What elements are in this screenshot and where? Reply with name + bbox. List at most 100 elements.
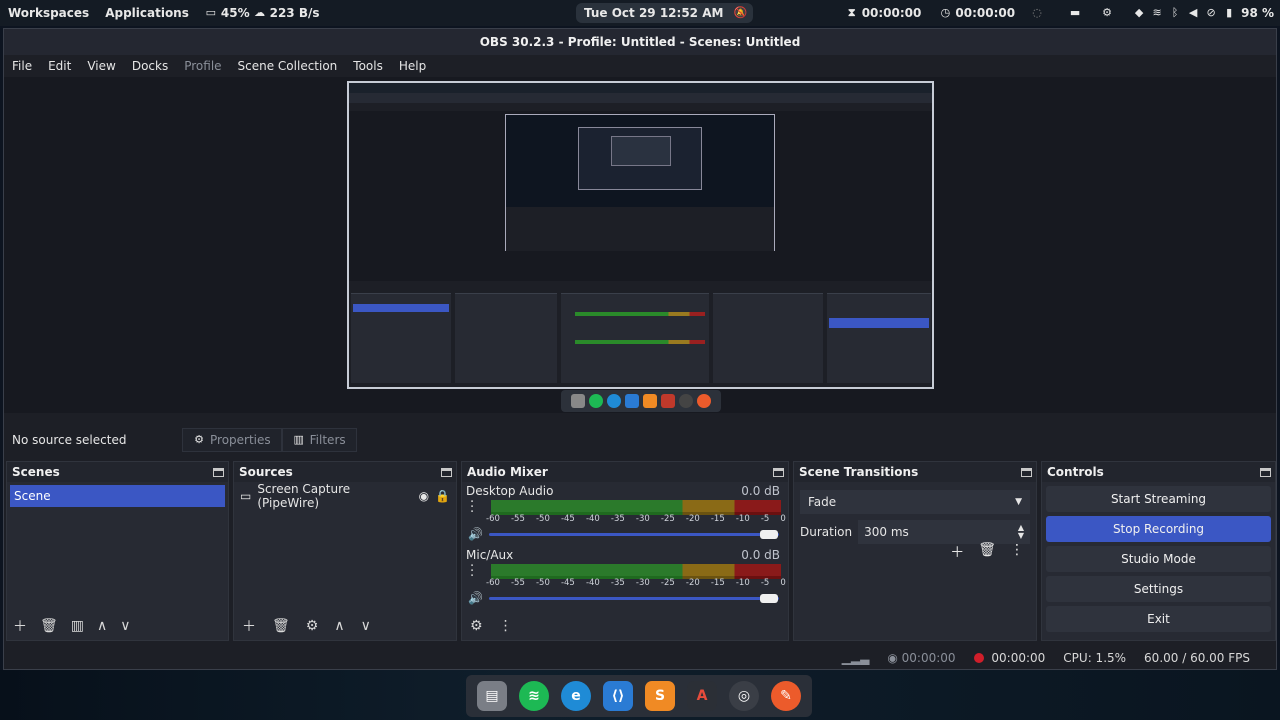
add-source-icon[interactable]: ＋ [242, 616, 256, 636]
vpn-icon[interactable]: ◆ [1133, 7, 1145, 19]
stream-icon: ◉ [887, 651, 898, 665]
timer-1[interactable]: ⧗ 00:00:00 [840, 6, 928, 20]
bluetooth-icon[interactable]: ᛒ [1169, 7, 1181, 19]
nested-transitions [713, 293, 823, 383]
channel-menu-icon[interactable]: · · · [470, 496, 474, 519]
transition-select[interactable]: Fade ▼ [800, 490, 1030, 514]
transition-menu-icon[interactable]: ⋮ [1010, 542, 1024, 562]
move-down-icon[interactable]: ∨ [361, 618, 371, 634]
preview-area[interactable] [4, 77, 1276, 413]
wifi-icon[interactable]: ≋ [1151, 7, 1163, 19]
volume-slider-handle[interactable] [760, 530, 778, 539]
record-dot-icon [973, 653, 984, 663]
mic-off-icon[interactable]: ⊘ [1205, 7, 1217, 19]
stop-recording-button[interactable]: Stop Recording [1046, 516, 1271, 542]
sublime-icon [643, 394, 657, 408]
pen-icon[interactable]: ✎ [771, 681, 801, 711]
menu-profile[interactable]: Profile [184, 59, 221, 73]
stream-status: ◉ 00:00:00 [887, 651, 955, 665]
add-transition-icon[interactable]: ＋ [950, 542, 964, 562]
undock-icon[interactable] [441, 467, 452, 477]
source-list-item[interactable]: ▭ Screen Capture (PipeWire) ◉ 🔒 [234, 482, 456, 510]
studio-mode-button[interactable]: Studio Mode [1046, 546, 1271, 572]
duration-input[interactable]: 300 ms ▲ ▼ [858, 520, 1030, 544]
channel-menu-icon[interactable]: · · · [470, 560, 474, 583]
nested-scenes [351, 293, 451, 383]
clock-text: Tue Oct 29 12:52 AM [584, 6, 724, 20]
filters-label: Filters [309, 433, 346, 447]
nested-inner-screen-2 [611, 136, 671, 166]
gear-icon[interactable]: ⚙ [1101, 7, 1113, 19]
system-monitor[interactable]: ▭ 45% ☁ 223 B/s [197, 6, 328, 20]
move-down-icon[interactable]: ∨ [120, 618, 130, 634]
pen-icon [697, 394, 711, 408]
scene-list-item[interactable]: Scene [10, 485, 225, 507]
timer-1-text: 00:00:00 [861, 6, 922, 20]
undock-icon[interactable] [1021, 467, 1032, 477]
workspaces-menu[interactable]: Workspaces [0, 6, 97, 20]
speaker-icon[interactable]: 🔊 [468, 591, 483, 605]
volume-meter [491, 564, 781, 576]
volume-slider[interactable] [489, 597, 779, 600]
add-scene-icon[interactable]: ＋ [13, 616, 27, 636]
menu-scene-collection[interactable]: Scene Collection [238, 59, 338, 73]
sources-dock-header: Sources [234, 462, 456, 482]
remove-scene-icon[interactable]: 🗑 [40, 618, 58, 634]
transitions-title: Scene Transitions [799, 465, 919, 479]
scene-transitions-dock: Scene Transitions Fade ▼ Duration 300 ms… [793, 461, 1037, 641]
exit-button[interactable]: Exit [1046, 606, 1271, 632]
files-icon[interactable]: ▤ [477, 681, 507, 711]
edge-icon[interactable]: e [561, 681, 591, 711]
hourglass-icon: ⧗ [847, 6, 856, 19]
start-streaming-button[interactable]: Start Streaming [1046, 486, 1271, 512]
menu-file[interactable]: File [12, 59, 32, 73]
volume-slider[interactable] [489, 533, 779, 536]
nested-preview [349, 111, 932, 299]
vscode-icon [625, 394, 639, 408]
obs-icon[interactable]: ◎ [729, 681, 759, 711]
spinner-icon[interactable]: ▲ ▼ [1018, 524, 1024, 540]
advanced-audio-icon[interactable]: ⚙ [470, 618, 483, 634]
undock-icon[interactable] [773, 467, 784, 477]
mixer-dock-header: Audio Mixer [462, 462, 788, 482]
settings-button[interactable]: Settings [1046, 576, 1271, 602]
system-top-panel: Workspaces Applications ▭ 45% ☁ 223 B/s … [0, 0, 1280, 26]
menu-view[interactable]: View [87, 59, 115, 73]
menu-docks[interactable]: Docks [132, 59, 168, 73]
battery-icon[interactable]: ▮ [1223, 7, 1235, 19]
speaker-icon[interactable]: 🔊 [468, 527, 483, 541]
mixer-menu-icon[interactable]: ⋮ [499, 618, 513, 634]
arduino-icon[interactable]: A [687, 681, 717, 711]
properties-button[interactable]: ⚙ Properties [182, 428, 282, 452]
properties-label: Properties [210, 433, 271, 447]
remove-source-icon[interactable]: 🗑 [272, 618, 290, 634]
spotify-icon[interactable]: ≋ [519, 681, 549, 711]
screen-icon[interactable]: ▬ [1069, 7, 1081, 19]
volume-icon[interactable]: ◀ [1187, 7, 1199, 19]
applications-menu[interactable]: Applications [97, 6, 197, 20]
sublime-icon[interactable]: S [645, 681, 675, 711]
duration-row: Duration 300 ms ▲ ▼ [800, 520, 1030, 544]
nested-top-panel [349, 83, 932, 93]
mixer-channel: Desktop Audio 0.0 dB · · · -60 -55 -50 -45 -40… [462, 482, 788, 546]
remove-transition-icon[interactable]: 🗑 [978, 542, 996, 562]
preview-screen-capture[interactable] [347, 81, 934, 389]
menu-edit[interactable]: Edit [48, 59, 71, 73]
timer-2[interactable]: ◷ 00:00:00 ◌ [933, 6, 1049, 20]
menu-tools[interactable]: Tools [353, 59, 383, 73]
eye-icon[interactable]: ◉ [419, 489, 429, 503]
scene-filters-icon[interactable]: ▥ [71, 618, 84, 634]
lock-icon[interactable]: 🔒 [435, 489, 450, 503]
source-properties-icon[interactable]: ⚙ [306, 618, 319, 634]
menu-help[interactable]: Help [399, 59, 426, 73]
move-up-icon[interactable]: ∧ [334, 618, 344, 634]
monitor-icon: ▭ [240, 489, 252, 503]
clock-widget[interactable]: Tue Oct 29 12:52 AM 🔕 [576, 3, 754, 23]
cpu-usage: CPU: 1.5% [1063, 651, 1127, 665]
move-up-icon[interactable]: ∧ [97, 618, 107, 634]
volume-slider-handle[interactable] [760, 594, 778, 603]
undock-icon[interactable] [1260, 467, 1271, 477]
filters-button[interactable]: ▥ Filters [281, 428, 357, 452]
vscode-icon[interactable]: ⟨⟩ [603, 681, 633, 711]
undock-icon[interactable] [213, 467, 224, 477]
